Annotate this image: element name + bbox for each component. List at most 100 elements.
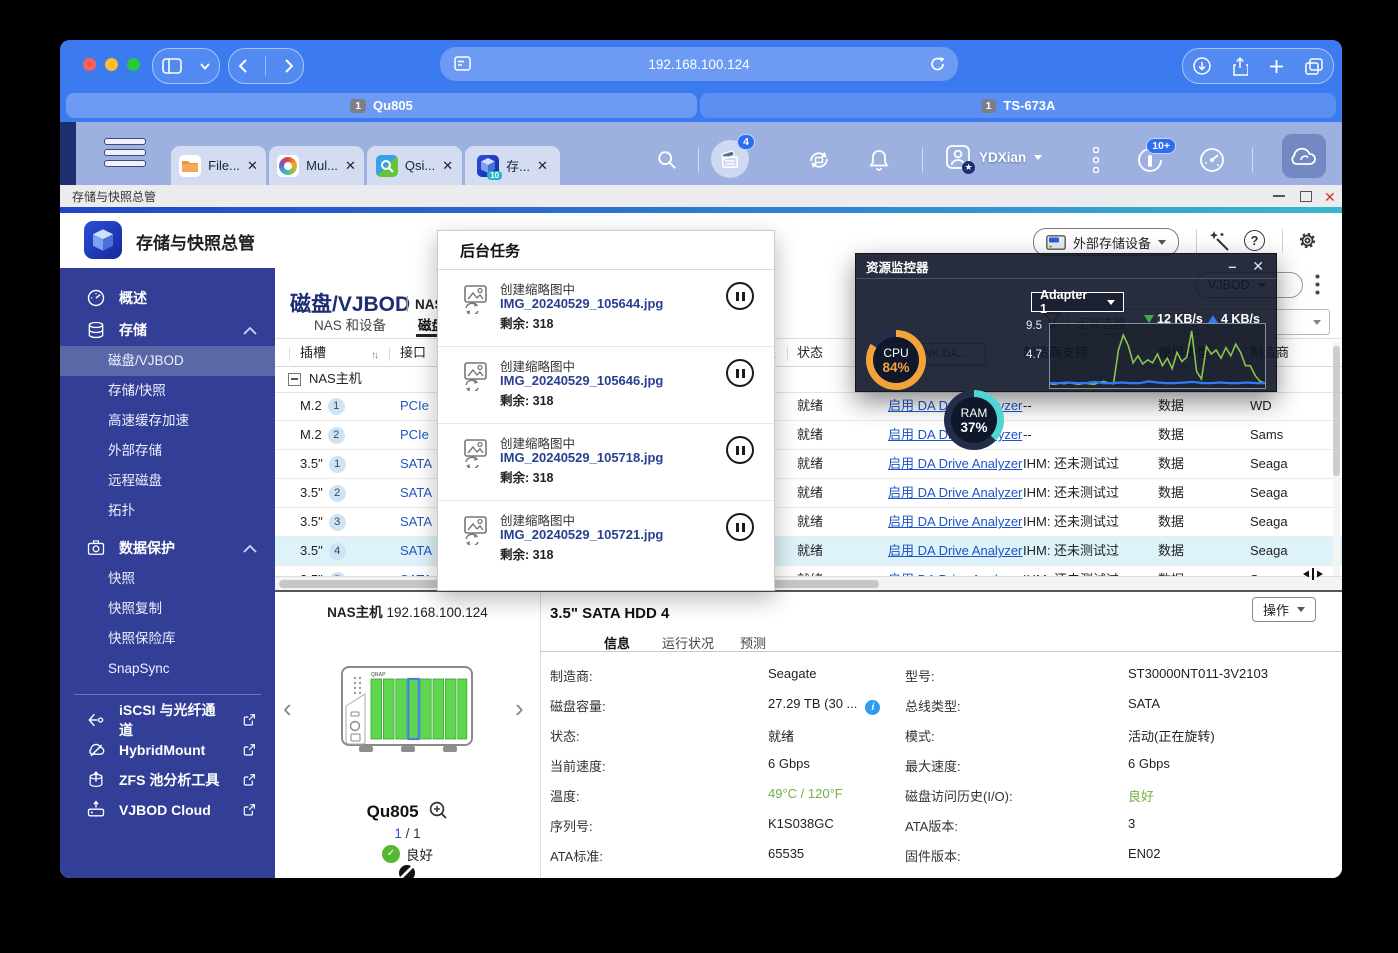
apptab-multimedia[interactable]: Mul... ✕ — [269, 146, 364, 185]
da-analyzer-link[interactable]: 启用 DA Drive Analyzer — [888, 537, 1022, 565]
external-device-button[interactable] — [805, 146, 833, 174]
table-row[interactable]: 3.5"4 SATA 良好 就绪 启用 DA Drive Analyzer IH… — [275, 537, 1342, 566]
share-icon[interactable] — [1232, 57, 1248, 76]
close-icon[interactable]: ✕ — [1252, 258, 1264, 275]
close-icon[interactable]: ✕ — [442, 158, 453, 174]
notifications-button[interactable] — [865, 146, 893, 174]
tab-overview-icon[interactable] — [1305, 58, 1323, 75]
close-icon[interactable]: ✕ — [247, 158, 258, 174]
table-row[interactable]: M.22 PCIe 就绪 启用 DA Drive Analyzer -- 数据 … — [275, 421, 1342, 450]
address-bar[interactable]: 192.168.100.124 — [440, 47, 958, 81]
sidebar-subitem[interactable]: 快照复制 — [60, 594, 275, 624]
search-button[interactable] — [653, 146, 681, 174]
task-filename[interactable]: IMG_20240529_105718.jpg — [500, 450, 663, 465]
sidebar-subitem[interactable]: 远程磁盘 — [60, 466, 275, 496]
downloads-icon[interactable] — [1193, 57, 1211, 75]
sidebar-subitem[interactable]: SnapSync — [60, 654, 275, 684]
sidebar-link-vjbod-cloud[interactable]: VJBOD Cloud — [60, 795, 275, 825]
table-row[interactable]: M.21 PCIe 就绪 启用 DA Drive Analyzer -- 数据 … — [275, 392, 1342, 421]
close-icon[interactable]: ✕ — [345, 158, 356, 174]
more-options-button[interactable] — [1315, 274, 1320, 295]
sidebar-link-zfs[interactable]: ZFS 池分析工具 — [60, 765, 275, 795]
col-header-status[interactable]: 状态 — [797, 340, 823, 368]
help-icon[interactable]: ? — [1244, 230, 1265, 251]
task-filename[interactable]: IMG_20240529_105644.jpg — [500, 296, 663, 311]
col-header-slot[interactable]: 插槽 — [300, 340, 326, 368]
forward-icon[interactable] — [285, 59, 294, 73]
background-tasks-button[interactable]: 4 — [711, 140, 749, 178]
pause-button[interactable] — [726, 282, 754, 310]
device-pager[interactable]: 1 / 1 — [275, 826, 540, 841]
sidebar-subitem[interactable]: 磁盘/VJBOD — [60, 346, 275, 376]
monitor-titlebar[interactable]: 资源监控器 – ✕ — [856, 254, 1276, 279]
pause-button[interactable] — [726, 359, 754, 387]
close-icon[interactable]: ✕ — [1324, 189, 1336, 206]
table-row[interactable]: 3.5"3 SATA 就绪 启用 DA Drive Analyzer IHM: … — [275, 508, 1342, 537]
next-device-button[interactable]: › — [515, 693, 524, 723]
sidebar-group-storage[interactable]: 存储 — [60, 314, 275, 346]
sidebar-subitem[interactable]: 外部存储 — [60, 436, 275, 466]
minimize-traffic-light[interactable] — [105, 58, 118, 71]
panel-splitter[interactable] — [275, 590, 1342, 592]
apptab-storage-snapshots[interactable]: 10 存... ✕ — [465, 146, 560, 185]
settings-button[interactable] — [1296, 229, 1319, 252]
da-analyzer-link[interactable]: 启用 DA Drive Analyzer — [888, 508, 1022, 536]
user-menu[interactable]: ★ YDXian — [945, 144, 1042, 170]
back-icon[interactable] — [238, 59, 247, 73]
pause-button[interactable] — [726, 436, 754, 464]
app-window-titlebar[interactable]: 存储与快照总管 ✕ — [60, 185, 1342, 207]
sidebar-subitem[interactable]: 快照保险库 — [60, 624, 275, 654]
scrollbar-thumb[interactable] — [1333, 346, 1340, 476]
new-tab-icon[interactable] — [1269, 59, 1284, 74]
maximize-icon[interactable] — [1300, 191, 1312, 202]
browser-tab-ts673a[interactable]: 1 TS-673A — [700, 93, 1336, 118]
detail-title: 3.5" SATA HDD 4 — [550, 605, 669, 622]
sidebar-subitem[interactable]: 存储/快照 — [60, 376, 275, 406]
action-button[interactable]: 操作 — [1252, 597, 1316, 622]
minimize-icon[interactable] — [1273, 195, 1285, 197]
sidebar-subitem[interactable]: 拓扑 — [60, 496, 275, 526]
minimize-icon[interactable]: – — [1228, 258, 1236, 274]
apptab-filestation[interactable]: File... ✕ — [171, 146, 266, 185]
table-row[interactable]: 3.5"2 SATA 就绪 启用 DA Drive Analyzer IHM: … — [275, 479, 1342, 508]
sidebar-toggle-button[interactable] — [152, 48, 220, 84]
dashboard-button[interactable] — [1198, 146, 1226, 174]
info-icon[interactable] — [865, 700, 880, 715]
sidebar-subitem[interactable]: 快照 — [60, 564, 275, 594]
detail-tab-health[interactable]: 运行状况 — [662, 633, 714, 652]
page-settings-icon[interactable] — [454, 56, 471, 71]
vertical-scrollbar[interactable] — [1333, 342, 1340, 576]
qfinder-button[interactable]: 10+ — [1136, 146, 1164, 174]
table-row[interactable]: 3.5"1 SATA 就绪 启用 DA Drive Analyzer IHM: … — [275, 450, 1342, 479]
task-filename[interactable]: IMG_20240529_105646.jpg — [500, 373, 663, 388]
detail-tab-prediction[interactable]: 预测 — [740, 633, 766, 652]
horizontal-scrollbar[interactable] — [275, 576, 1342, 591]
tab-nas-and-devices[interactable]: NAS 和设备 — [314, 314, 386, 334]
wizard-button[interactable] — [1208, 230, 1230, 252]
detail-tab-info[interactable]: 信息 — [604, 633, 630, 652]
maximize-traffic-light[interactable] — [127, 58, 140, 71]
sidebar-item-overview[interactable]: 概述 — [60, 282, 275, 314]
da-analyzer-link[interactable]: 启用 DA Drive Analyzer — [888, 450, 1022, 478]
sidebar-link-iscsi[interactable]: iSCSI 与光纤通道 — [60, 705, 275, 735]
apptab-qsirch[interactable]: Qsi... ✕ — [367, 146, 462, 185]
zoom-in-icon[interactable] — [429, 801, 448, 820]
da-analyzer-link[interactable]: 启用 DA Drive Analyzer — [888, 479, 1022, 507]
close-traffic-light[interactable] — [83, 58, 96, 71]
adapter-select[interactable]: Adapter 1 — [1031, 292, 1124, 312]
collapse-expander-icon[interactable] — [288, 373, 301, 386]
external-storage-button[interactable]: 外部存储设备 — [1033, 228, 1179, 256]
close-icon[interactable]: ✕ — [537, 158, 548, 174]
myqnapcloud-button[interactable] — [1282, 134, 1326, 178]
prev-device-button[interactable]: ‹ — [283, 693, 292, 723]
browser-tab-qu805[interactable]: 1 Qu805 — [66, 93, 697, 118]
reload-icon[interactable] — [930, 56, 945, 72]
col-header-interface[interactable]: 接口 — [400, 340, 426, 368]
sidebar-group-data-protection[interactable]: 数据保护 — [60, 532, 275, 564]
more-menu-button[interactable] — [1082, 146, 1110, 174]
sort-icon[interactable] — [371, 345, 377, 363]
nas-enclosure-image[interactable]: QNAP — [341, 666, 473, 754]
sidebar-subitem[interactable]: 高速缓存加速 — [60, 406, 275, 436]
task-filename[interactable]: IMG_20240529_105721.jpg — [500, 527, 663, 542]
pause-button[interactable] — [726, 513, 754, 541]
